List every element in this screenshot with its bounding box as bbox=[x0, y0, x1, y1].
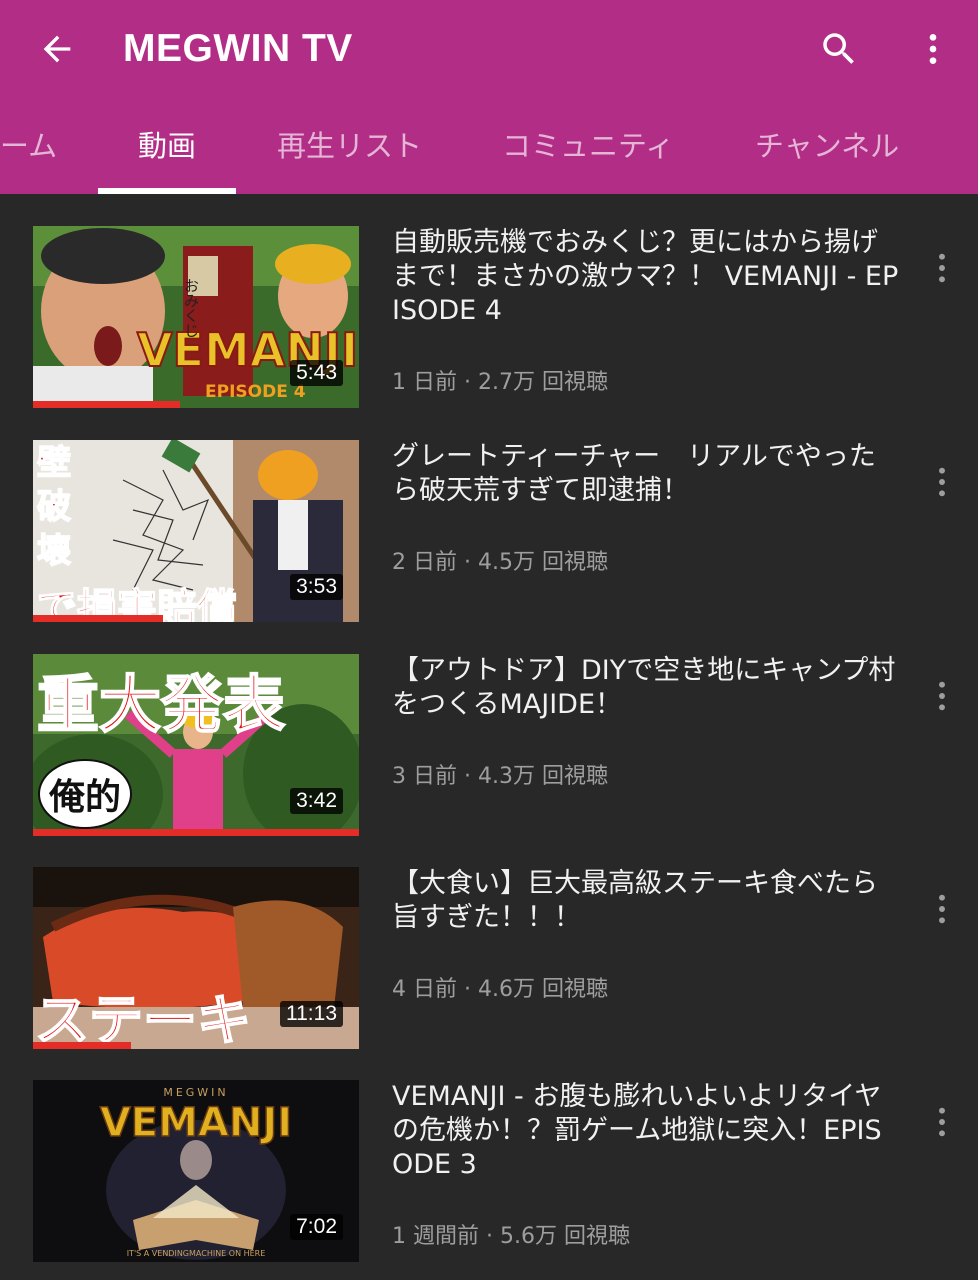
channel-title: MEGWIN TV bbox=[123, 27, 353, 70]
tab-channels[interactable]: チャンネル bbox=[755, 118, 899, 174]
thumbnail-text: 壊 bbox=[37, 531, 71, 571]
video-title[interactable]: グレートティーチャー リアルでやったら破天荒すぎて即逮捕！ bbox=[392, 440, 902, 508]
video-more-button[interactable] bbox=[924, 666, 960, 726]
thumbnail-text: 壁 bbox=[37, 443, 71, 483]
thumbnail-text: 重大発表 bbox=[37, 668, 285, 741]
video-more-button[interactable] bbox=[924, 452, 960, 512]
more-vert-icon bbox=[939, 1107, 945, 1137]
more-options-button[interactable] bbox=[906, 22, 960, 76]
video-item[interactable]: VEMANJI EPISODE 4 おみくじ 5:43 自動販売機でおみくじ？更… bbox=[0, 226, 978, 426]
video-more-button[interactable] bbox=[924, 238, 960, 298]
video-item[interactable]: 壁 破 壊 で損害賠償 3:53 グレートティーチャー リアルでやったら破天荒す… bbox=[0, 440, 978, 640]
back-button[interactable] bbox=[30, 22, 84, 76]
video-more-button[interactable] bbox=[924, 1092, 960, 1152]
thumbnail-text: 破 bbox=[37, 487, 71, 527]
video-title[interactable]: 【アウトドア】DIYで空き地にキャンプ村をつくるMAJIDE！ bbox=[392, 654, 902, 722]
thumbnail-text: ステーキ bbox=[35, 989, 251, 1049]
thumbnail-text: VEMANJI bbox=[100, 1100, 292, 1146]
thumbnail-text: おみくじ bbox=[182, 278, 200, 338]
app-bar: MEGWIN TV ーム 動画 再生リスト コミュニティ チャンネル bbox=[0, 0, 978, 194]
video-meta: 4 日前 · 4.6万 回視聴 bbox=[392, 977, 608, 1002]
watch-progress-bar bbox=[33, 401, 180, 408]
tab-playlists[interactable]: 再生リスト bbox=[277, 118, 422, 174]
more-vert-icon bbox=[929, 34, 937, 64]
more-vert-icon bbox=[939, 253, 945, 283]
video-title[interactable]: 自動販売機でおみくじ？更にはから揚げまで！まさかの激ウマ？！ VEMANJI -… bbox=[392, 226, 902, 328]
video-item[interactable]: 重大発表 俺的 3:42 【アウトドア】DIYで空き地にキャンプ村をつくるMAJ… bbox=[0, 654, 978, 854]
video-thumbnail[interactable]: VEMANJI EPISODE 4 おみくじ 5:43 bbox=[33, 226, 359, 408]
video-meta: 1 週間前 · 5.6万 回視聴 bbox=[392, 1224, 630, 1249]
video-duration: 3:42 bbox=[290, 788, 343, 814]
watch-progress-bar bbox=[33, 829, 359, 836]
video-meta: 3 日前 · 4.3万 回視聴 bbox=[392, 764, 608, 789]
video-thumbnail[interactable]: 壁 破 壊 で損害賠償 3:53 bbox=[33, 440, 359, 622]
watch-progress-bar bbox=[33, 1042, 131, 1049]
tab-home[interactable]: ーム bbox=[0, 118, 57, 174]
video-thumbnail[interactable]: 重大発表 俺的 3:42 bbox=[33, 654, 359, 836]
video-list: VEMANJI EPISODE 4 おみくじ 5:43 自動販売機でおみくじ？更… bbox=[0, 194, 978, 1280]
search-button[interactable] bbox=[812, 22, 866, 76]
thumbnail-text: 俺的 bbox=[48, 777, 121, 818]
more-vert-icon bbox=[939, 467, 945, 497]
more-vert-icon bbox=[939, 894, 945, 924]
video-item[interactable]: ステーキ 11:13 【大食い】巨大最高級ステーキ食べたら旨すぎた！！！ 4 日… bbox=[0, 867, 978, 1067]
thumbnail-text: IT'S A VENDINGMACHINE ON HERE bbox=[127, 1249, 266, 1258]
arrow-left-icon bbox=[43, 35, 71, 63]
video-duration: 11:13 bbox=[280, 1001, 343, 1027]
video-duration: 7:02 bbox=[290, 1214, 343, 1240]
thumbnail-text: MEGWIN bbox=[163, 1086, 228, 1099]
video-duration: 5:43 bbox=[290, 360, 343, 386]
video-title[interactable]: 【大食い】巨大最高級ステーキ食べたら旨すぎた！！！ bbox=[392, 867, 902, 935]
video-thumbnail[interactable]: MEGWIN VEMANJI IT'S A VENDINGMACHINE ON … bbox=[33, 1080, 359, 1262]
tab-community[interactable]: コミュニティ bbox=[502, 118, 674, 174]
tab-videos[interactable]: 動画 bbox=[138, 118, 196, 174]
video-duration: 3:53 bbox=[290, 574, 343, 600]
video-more-button[interactable] bbox=[924, 879, 960, 939]
video-item[interactable]: MEGWIN VEMANJI IT'S A VENDINGMACHINE ON … bbox=[0, 1080, 978, 1280]
video-thumbnail[interactable]: ステーキ 11:13 bbox=[33, 867, 359, 1049]
video-meta: 1 日前 · 2.7万 回視聴 bbox=[392, 370, 608, 395]
video-title[interactable]: VEMANJI - お腹も膨れいよいよリタイヤの危機か！？罰ゲーム地獄に突入！E… bbox=[392, 1080, 902, 1182]
video-meta: 2 日前 · 4.5万 回視聴 bbox=[392, 550, 608, 575]
more-vert-icon bbox=[939, 681, 945, 711]
watch-progress-bar bbox=[33, 615, 164, 622]
search-icon bbox=[823, 33, 854, 64]
